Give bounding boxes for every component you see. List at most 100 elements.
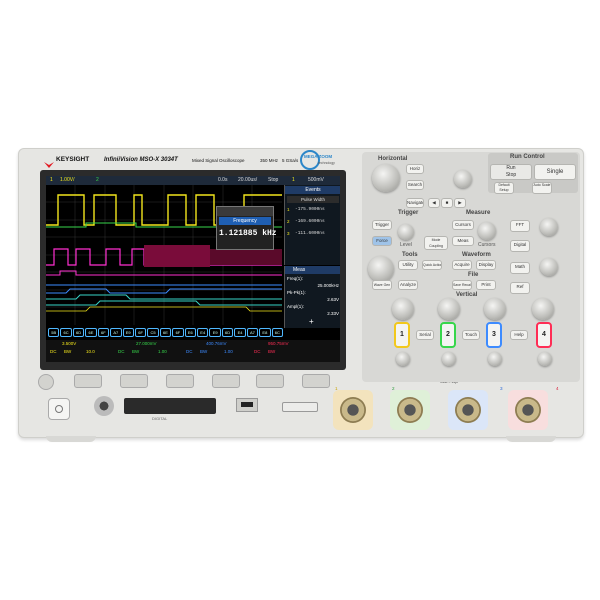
display-button[interactable]: Display <box>476 260 496 270</box>
channel-info-bar[interactable]: 3.500V DC BW 10.0 27.000mV DC BW 1.00 40… <box>46 340 340 362</box>
utility-button[interactable]: Utility <box>398 260 418 270</box>
trigger-section-title: Trigger <box>398 210 419 216</box>
ch4-offset-knob[interactable] <box>538 352 552 366</box>
single-button[interactable]: Single <box>534 164 576 180</box>
meas-title: Meas <box>285 266 340 274</box>
ch1-offset-knob[interactable] <box>396 352 410 366</box>
softkey-6[interactable] <box>302 374 330 388</box>
trigger-level-knob[interactable] <box>398 224 414 240</box>
print-button[interactable]: Print <box>476 280 496 290</box>
wave-gen-button[interactable]: Wave Gen <box>372 280 392 290</box>
popup-value: 1.121885 kHz <box>219 229 277 238</box>
ch2-offset[interactable]: 27.000mV <box>136 341 157 346</box>
acquire-button[interactable]: Acquire <box>452 260 472 270</box>
softkey-5[interactable] <box>256 374 284 388</box>
usb-port[interactable] <box>236 398 258 412</box>
navigate-button[interactable]: Navigate <box>406 198 424 208</box>
frequency-popup[interactable]: Frequency 1.121885 kHz <box>216 206 277 250</box>
ch3-offset[interactable]: 400.76mV <box>206 341 227 346</box>
entry-knob[interactable] <box>368 256 394 282</box>
meas-panel[interactable]: Meas Freq(1): 25.000kHz Pk-Pk(1): 2.63V … <box>284 266 340 328</box>
math-button[interactable]: Math <box>510 262 530 274</box>
ch1-indicator[interactable]: 1 <box>50 177 53 183</box>
help-button[interactable]: Help <box>510 330 528 340</box>
ch3-scale-knob[interactable] <box>484 298 506 320</box>
event-value-2[interactable]: -169.6000ns <box>295 219 325 224</box>
ch3-offset-knob[interactable] <box>488 352 502 366</box>
model-subtitle: Mixed Signal Oscilloscope <box>192 158 245 163</box>
cursors-knob[interactable] <box>478 222 496 240</box>
softkey-4[interactable] <box>212 374 240 388</box>
nav-forward-button[interactable]: ▶ <box>454 198 466 208</box>
event-value-3[interactable]: -111.6000ns <box>295 231 325 236</box>
quick-action-button[interactable]: Quick Action <box>422 260 442 270</box>
search-button[interactable]: Search <box>406 180 424 190</box>
horizontal-scale-knob[interactable] <box>372 164 400 192</box>
fft-button[interactable]: FFT <box>510 220 530 232</box>
ch2-indicator[interactable]: 2 <box>96 177 99 183</box>
bus-decode-cell: 6D <box>72 328 85 337</box>
ch4-button[interactable]: 4 <box>536 322 552 348</box>
event-value-1[interactable]: -175.9000ns <box>295 207 325 212</box>
ch2-scale-knob[interactable] <box>438 298 460 320</box>
bus-decode-cell: 5B <box>48 328 60 337</box>
time-offset[interactable]: 0.0s <box>218 177 227 183</box>
math-knob[interactable] <box>540 258 558 276</box>
back-button[interactable] <box>38 374 54 390</box>
ch4-marker: 4 <box>556 386 559 391</box>
add-measurement-button[interactable]: + <box>309 317 314 326</box>
ch1-offset[interactable]: 3.500V <box>62 341 76 346</box>
serial-button[interactable]: Serial <box>416 330 434 340</box>
ch1-button[interactable]: 1 <box>394 322 410 348</box>
trigger-level[interactable]: 500mV <box>308 177 324 183</box>
softkey-1[interactable] <box>74 374 102 388</box>
events-panel[interactable]: Events Pulse Width 1 -175.9000ns 2 -169.… <box>284 185 340 265</box>
default-setup-button[interactable]: Default Setup <box>494 182 514 194</box>
trigger-button[interactable]: Trigger <box>372 220 392 230</box>
nav-back-button[interactable]: ◀ <box>428 198 440 208</box>
cursors-button[interactable]: Cursors <box>452 220 474 230</box>
meas-value-freq[interactable]: 25.000kHz <box>317 283 339 288</box>
ch1-scale[interactable]: 1.00V/ <box>60 177 74 183</box>
run-stop-button[interactable]: Run Stop <box>490 164 532 180</box>
power-button[interactable] <box>48 398 70 420</box>
analyze-button[interactable]: Analyze <box>398 280 418 290</box>
bus-decode-cell: 6F <box>172 328 184 337</box>
horiz-button[interactable]: Horiz <box>406 164 424 174</box>
horizontal-position-knob[interactable] <box>454 170 472 188</box>
ch4-scale-knob[interactable] <box>532 298 554 320</box>
ch2-offset-knob[interactable] <box>442 352 456 366</box>
acq-state: Stop <box>268 177 279 183</box>
softkey-3[interactable] <box>166 374 194 388</box>
bus-decode-cell: 6E <box>159 328 172 337</box>
events-subtitle[interactable]: Pulse Width <box>287 196 339 203</box>
bus-decode-row[interactable]: 5B 6C 6D 6E 6F A7 E9 6F C5 6E 6F E6 E4 E9 6D E4 A7 E8 6C <box>48 328 284 337</box>
softkey-2[interactable] <box>120 374 148 388</box>
waveform-section-title: Waveform <box>462 252 491 258</box>
trigger-source[interactable]: 1 <box>292 177 295 183</box>
nav-stop-button[interactable]: ■ <box>441 198 453 208</box>
bus-decode-cell: A7 <box>246 328 259 337</box>
touch-button[interactable]: Touch <box>462 330 480 340</box>
force-button[interactable]: Force <box>372 236 392 246</box>
tools-section-title: Tools <box>402 252 418 258</box>
time-scale[interactable]: 20.00us/ <box>238 177 257 183</box>
bus-decode-cell: E8 <box>259 328 271 337</box>
ch3-button[interactable]: 3 <box>486 322 502 348</box>
ch4-offset[interactable]: 950.75mV <box>268 341 289 346</box>
ref-button[interactable]: Ref <box>510 282 530 294</box>
mode-coupling-button[interactable]: Mode Coupling <box>424 236 448 250</box>
bus-decode-cell: 6F <box>134 328 147 337</box>
meas-button[interactable]: Meas <box>452 236 474 246</box>
meas-value-pkpk[interactable]: 2.63V <box>327 297 339 302</box>
ch2-coupling: DC <box>118 349 125 354</box>
save-recall-button[interactable]: Save Recall <box>452 280 472 290</box>
ch2-button[interactable]: 2 <box>440 322 456 348</box>
touch-display[interactable]: 1 1.00V/ 2 0.0s 20.00us/ Stop 1 500mV Fr… <box>46 176 340 362</box>
status-bar[interactable]: 1 1.00V/ 2 0.0s 20.00us/ Stop 1 500mV <box>46 176 340 185</box>
auto-scale-button[interactable]: Auto Scale <box>532 182 552 194</box>
digital-button[interactable]: Digital <box>510 240 530 252</box>
fft-knob[interactable] <box>540 218 558 236</box>
meas-value-ampl[interactable]: 2.33V <box>327 311 339 316</box>
ch1-scale-knob[interactable] <box>392 298 414 320</box>
